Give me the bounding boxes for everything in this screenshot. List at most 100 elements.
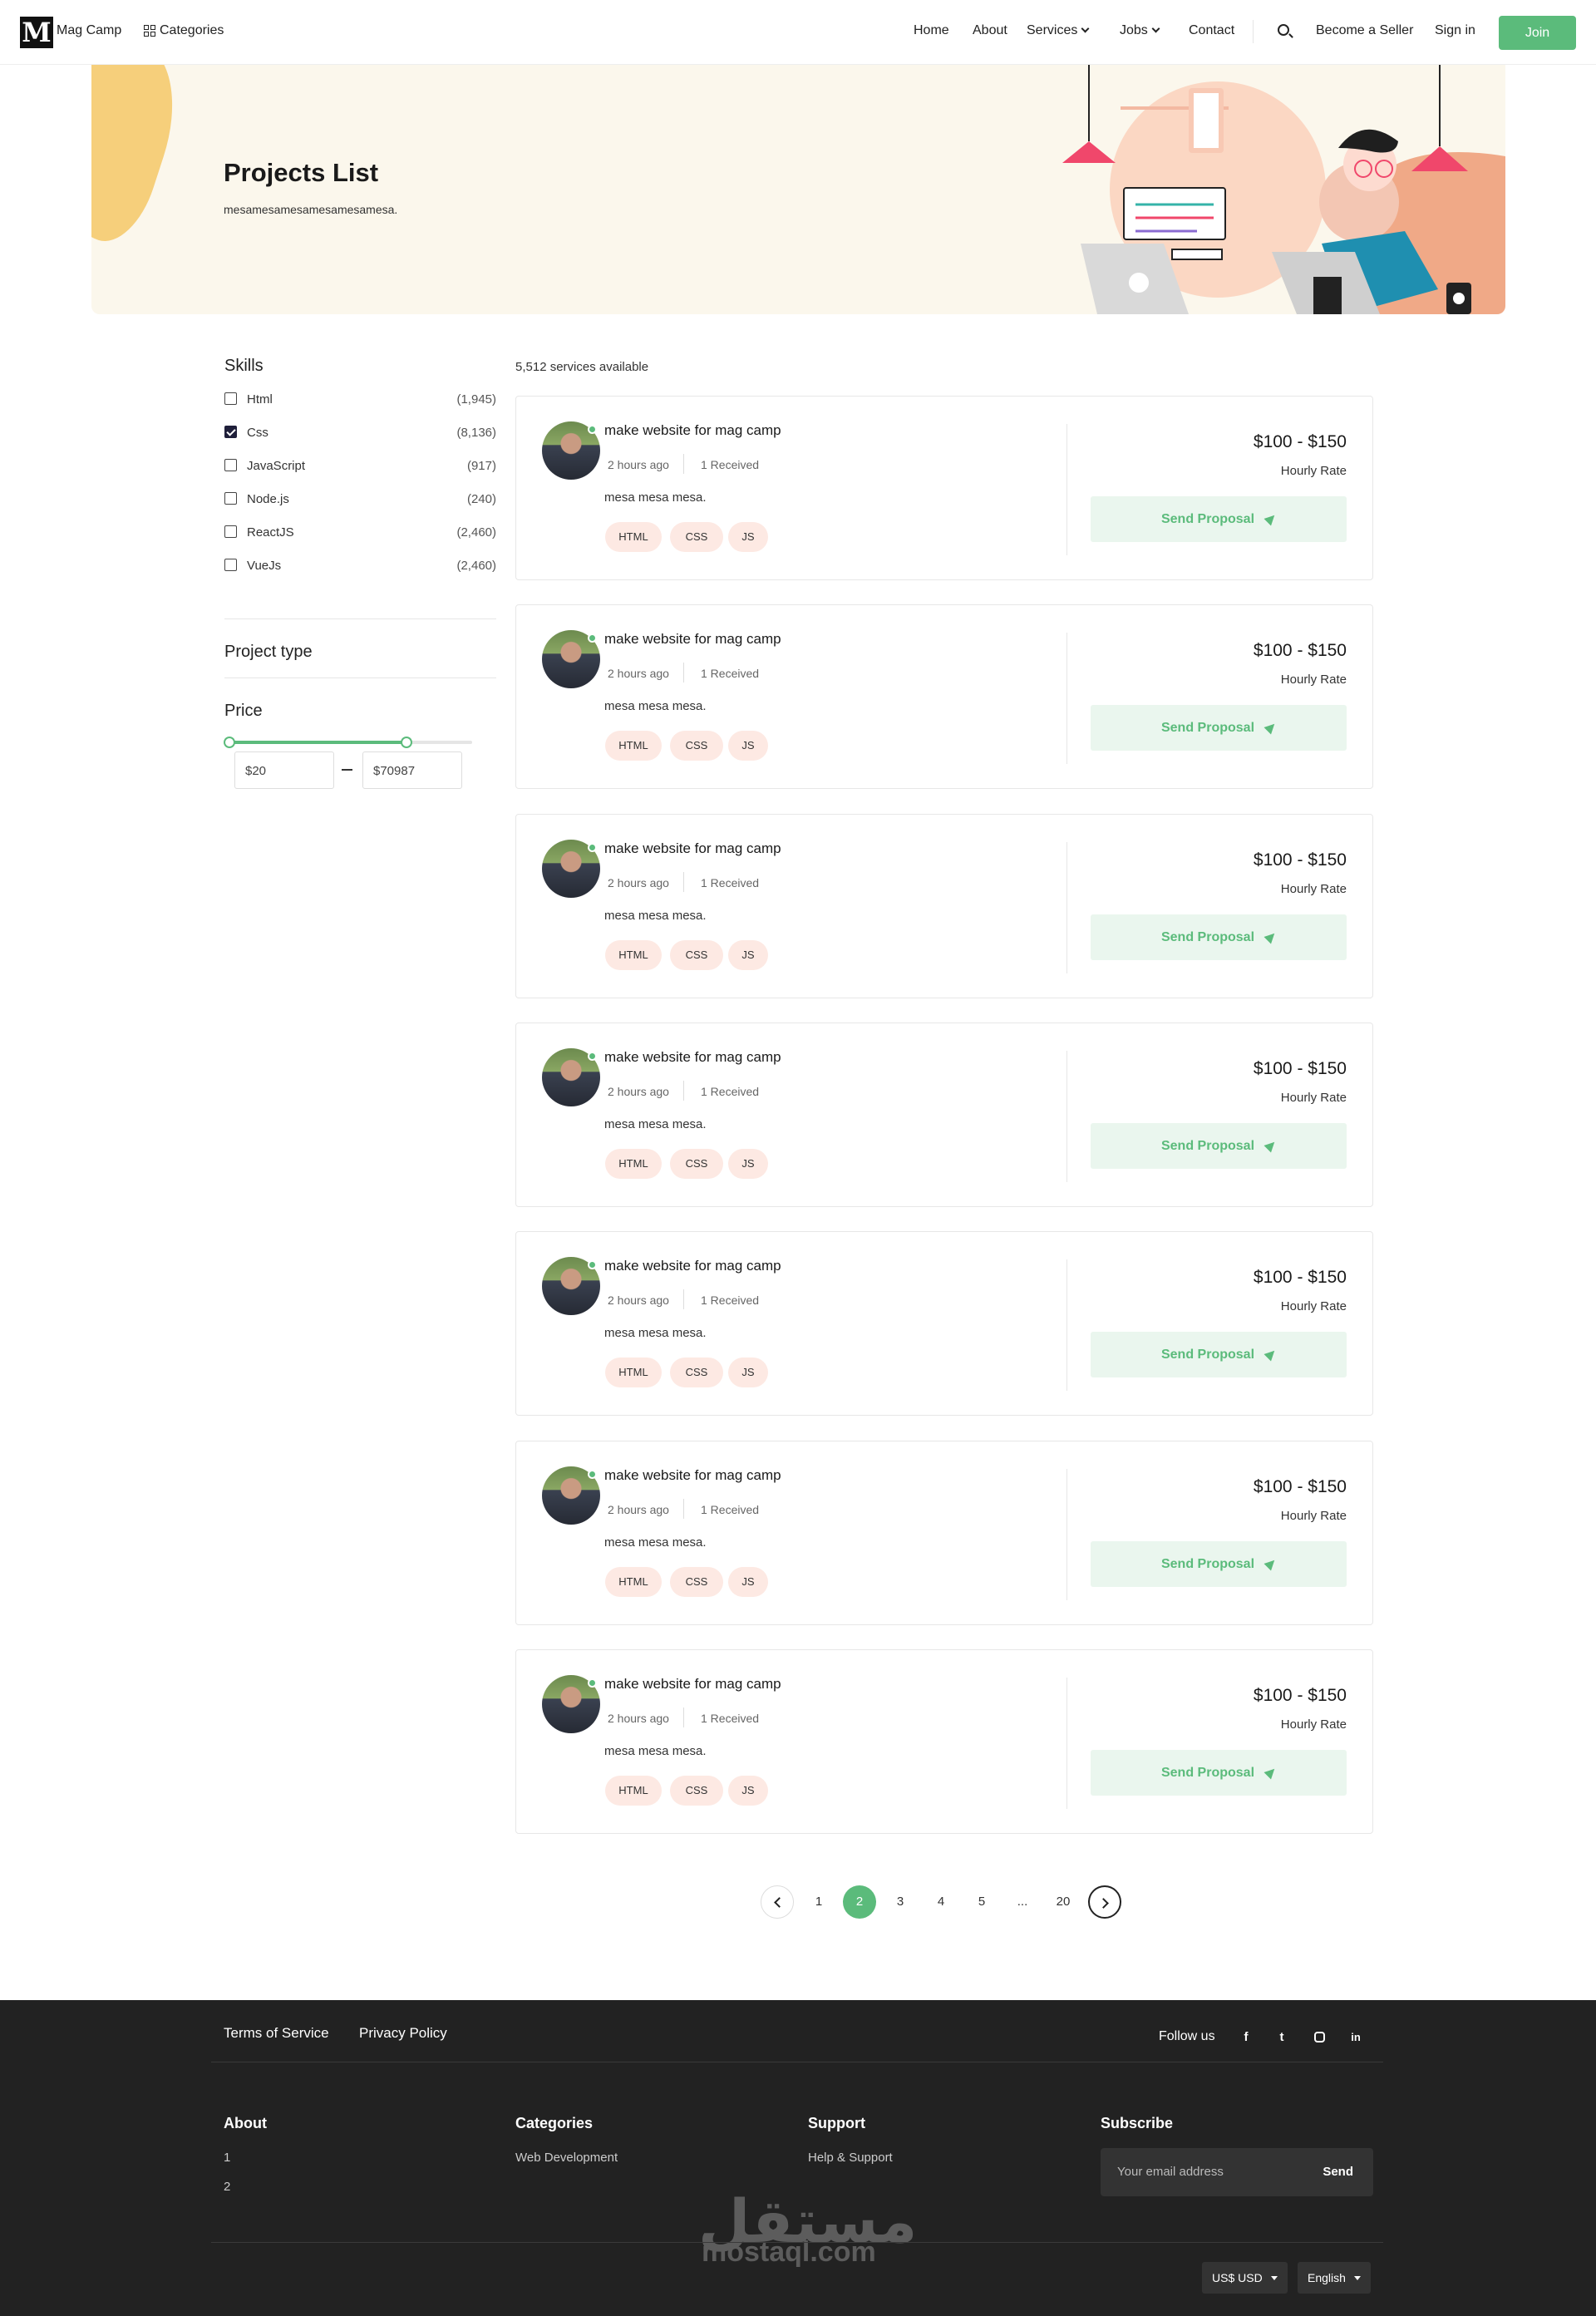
join-button[interactable]: Join (1499, 16, 1576, 50)
skill-filter-html[interactable]: Html (1,945) (224, 391, 496, 409)
page-2-current[interactable]: 2 (843, 1885, 876, 1919)
support-link[interactable]: Help & Support (808, 2151, 893, 2165)
brand-name[interactable]: Mag Camp (57, 23, 121, 38)
nav-jobs[interactable]: Jobs (1120, 23, 1160, 38)
email-input[interactable]: Your email address (1117, 2165, 1224, 2179)
checkbox[interactable] (224, 525, 237, 538)
skill-tag[interactable]: JS (728, 939, 768, 970)
skill-filter-nodejs[interactable]: Node.js (240) (224, 490, 496, 509)
price-range-slider[interactable] (224, 737, 472, 748)
instagram-icon[interactable] (1311, 2029, 1328, 2046)
skill-tag[interactable]: CSS (670, 522, 723, 552)
skill-tag[interactable]: JS (728, 1148, 768, 1179)
project-card[interactable]: make website for mag camp 2 hours ago 1 Re… (515, 1231, 1373, 1417)
project-title[interactable]: make website for mag camp (604, 1049, 781, 1066)
skill-filter-reactjs[interactable]: ReactJS (2,460) (224, 524, 496, 542)
skill-tag[interactable]: CSS (670, 1775, 723, 1806)
send-proposal-button[interactable]: Send Proposal (1091, 1749, 1347, 1796)
skill-tag[interactable]: HTML (605, 522, 662, 552)
send-button[interactable]: Send (1323, 2165, 1353, 2179)
project-card[interactable]: make website for mag camp 2 hours ago 1 Re… (515, 1022, 1373, 1207)
checkbox[interactable] (224, 392, 237, 405)
page-4[interactable]: 4 (924, 1885, 958, 1919)
checkbox[interactable] (224, 459, 237, 471)
logo-icon[interactable]: M (20, 17, 53, 48)
skill-tag[interactable]: CSS (670, 1566, 723, 1597)
skill-tag[interactable]: JS (728, 1358, 768, 1388)
project-title[interactable]: make website for mag camp (604, 840, 781, 857)
project-card[interactable]: make website for mag camp 2 hours ago 1 Re… (515, 1648, 1373, 1834)
project-type-title[interactable]: Project type (224, 643, 313, 662)
terms-link[interactable]: Terms of Service (224, 2025, 329, 2042)
twitter-icon[interactable]: t (1273, 2029, 1290, 2046)
about-item[interactable]: 1 (224, 2151, 230, 2165)
checkbox[interactable] (224, 492, 237, 505)
checkbox-checked[interactable] (224, 426, 237, 438)
skill-tag[interactable]: CSS (670, 939, 723, 970)
about-item[interactable]: 2 (224, 2180, 230, 2194)
skill-filter-css[interactable]: Css (8,136) (224, 424, 496, 442)
project-title[interactable]: make website for mag camp (604, 1467, 781, 1484)
page-3[interactable]: 3 (884, 1885, 917, 1919)
search-icon[interactable] (1278, 24, 1289, 36)
project-title[interactable]: make website for mag camp (604, 631, 781, 648)
skill-tag[interactable]: HTML (605, 1566, 662, 1597)
skill-tag[interactable]: JS (728, 522, 768, 552)
project-title[interactable]: make website for mag camp (604, 1676, 781, 1693)
checkbox[interactable] (224, 559, 237, 571)
avatar[interactable] (542, 630, 600, 689)
skill-tag[interactable]: CSS (670, 1148, 723, 1179)
send-proposal-button[interactable]: Send Proposal (1091, 1540, 1347, 1587)
skill-tag[interactable]: JS (728, 731, 768, 761)
avatar[interactable] (542, 839, 600, 898)
range-max-handle[interactable] (401, 737, 413, 748)
send-proposal-button[interactable]: Send Proposal (1091, 1332, 1347, 1378)
facebook-icon[interactable]: f (1238, 2029, 1254, 2046)
skill-tag[interactable]: HTML (605, 731, 662, 761)
next-page-button[interactable] (1088, 1885, 1121, 1919)
project-card[interactable]: make website for mag camp 2 hours ago 1 Re… (515, 1440, 1373, 1625)
skill-tag[interactable]: JS (728, 1775, 768, 1806)
project-card[interactable]: make website for mag camp 2 hours ago 1 Re… (515, 396, 1373, 580)
page-20[interactable]: 20 (1047, 1885, 1080, 1919)
skill-tag[interactable]: CSS (670, 731, 723, 761)
skill-tag[interactable]: HTML (605, 1358, 662, 1388)
project-card[interactable]: make website for mag camp 2 hours ago 1 Re… (515, 604, 1373, 790)
avatar[interactable] (542, 421, 600, 480)
skill-filter-javascript[interactable]: JavaScript (917) (224, 457, 496, 476)
skill-tag[interactable]: HTML (605, 1775, 662, 1806)
send-proposal-button[interactable]: Send Proposal (1091, 705, 1347, 751)
skill-tag[interactable]: JS (728, 1566, 768, 1597)
avatar[interactable] (542, 1257, 600, 1316)
skill-filter-vuejs[interactable]: VueJs (2,460) (224, 557, 496, 575)
send-proposal-button[interactable]: Send Proposal (1091, 1122, 1347, 1169)
avatar[interactable] (542, 1466, 600, 1525)
prev-page-button[interactable] (761, 1885, 794, 1919)
project-card[interactable]: make website for mag camp 2 hours ago 1 Re… (515, 813, 1373, 998)
send-proposal-button[interactable]: Send Proposal (1091, 496, 1347, 542)
nav-home[interactable]: Home (914, 23, 949, 38)
page-1[interactable]: 1 (802, 1885, 835, 1919)
skill-tag[interactable]: HTML (605, 939, 662, 970)
categories-menu[interactable]: Categories (144, 23, 224, 38)
avatar[interactable] (542, 1674, 600, 1733)
project-title[interactable]: make website for mag camp (604, 1258, 781, 1274)
category-link[interactable]: Web Development (515, 2151, 618, 2165)
skill-tag[interactable]: CSS (670, 1358, 723, 1388)
nav-about[interactable]: About (973, 23, 1007, 38)
linkedin-icon[interactable]: in (1347, 2029, 1364, 2046)
price-min-input[interactable]: $20 (234, 751, 334, 789)
send-proposal-button[interactable]: Send Proposal (1091, 914, 1347, 960)
nav-services[interactable]: Services (1027, 23, 1090, 38)
privacy-link[interactable]: Privacy Policy (359, 2025, 447, 2042)
sign-in-link[interactable]: Sign in (1435, 23, 1475, 38)
language-select[interactable]: English (1298, 2262, 1371, 2294)
project-title[interactable]: make website for mag camp (604, 422, 781, 439)
avatar[interactable] (542, 1047, 600, 1106)
range-min-handle[interactable] (224, 737, 235, 748)
currency-select[interactable]: US$ USD (1202, 2262, 1288, 2294)
skill-tag[interactable]: HTML (605, 1148, 662, 1179)
nav-contact[interactable]: Contact (1189, 23, 1234, 38)
become-seller-link[interactable]: Become a Seller (1316, 23, 1413, 38)
page-5[interactable]: 5 (965, 1885, 998, 1919)
